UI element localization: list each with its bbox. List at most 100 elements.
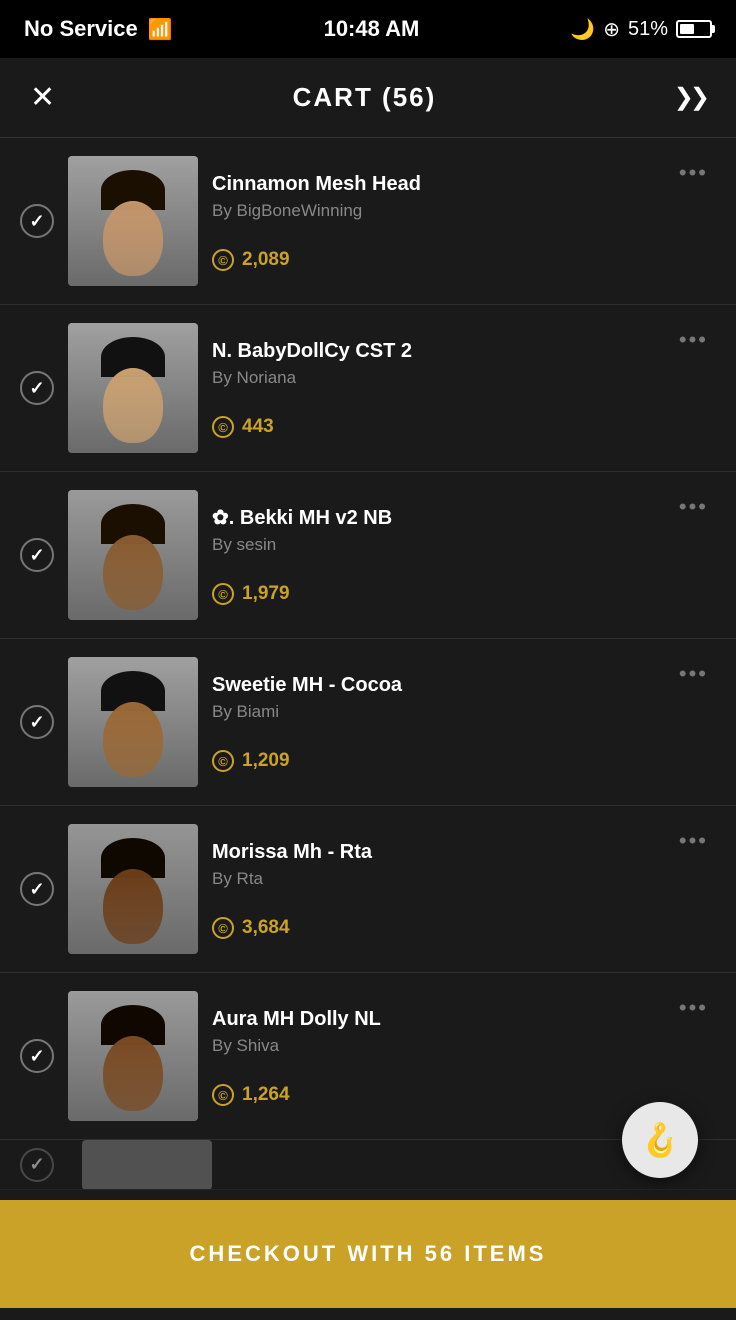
cart-header: ✕ CART (56) ❯❯: [0, 58, 736, 138]
battery-fill: [680, 24, 694, 34]
item-thumbnail: [68, 991, 198, 1121]
cart-title: CART (56): [293, 82, 437, 113]
item-creator: By BigBoneWinning: [212, 201, 657, 221]
item-name: ✿. Bekki MH v2 NB: [212, 505, 657, 531]
price-value: 443: [242, 416, 274, 438]
more-options-button[interactable]: •••: [671, 991, 716, 1025]
wifi-icon: 📶: [148, 17, 173, 42]
item-details: ✿. Bekki MH v2 NB By sesin © 1,979: [212, 505, 657, 605]
coin-icon: ©: [212, 1084, 234, 1106]
item-price: © 2,089: [212, 249, 657, 271]
check-icon: ✓: [29, 879, 44, 900]
cart-item: ✓ N. BabyDollCy CST 2 By Noriana © 443 •…: [0, 305, 736, 472]
item-checkbox[interactable]: ✓: [20, 1039, 54, 1073]
price-value: 1,209: [242, 750, 290, 772]
item-details: N. BabyDollCy CST 2 By Noriana © 443: [212, 338, 657, 438]
price-value: 3,684: [242, 917, 290, 939]
cart-item: ✓ ✿. Bekki MH v2 NB By sesin © 1,979 •••: [0, 472, 736, 639]
check-icon: ✓: [29, 1046, 44, 1067]
avatar: [68, 490, 198, 620]
checkout-label: CHECKOUT WITH 56 ITEMS: [190, 1241, 547, 1267]
more-options-button[interactable]: •••: [671, 156, 716, 190]
item-name: Aura MH Dolly NL: [212, 1006, 657, 1032]
avatar-face: [103, 201, 163, 276]
check-icon: ✓: [29, 1154, 44, 1175]
coin-icon: ©: [212, 416, 234, 438]
carrier-text: No Service: [24, 16, 138, 42]
coin-icon: ©: [212, 917, 234, 939]
item-name: Cinnamon Mesh Head: [212, 171, 657, 197]
avatar: [68, 991, 198, 1121]
item-details: Morissa Mh - Rta By Rta © 3,684: [212, 839, 657, 939]
item-thumbnail: [68, 323, 198, 453]
check-icon: ✓: [29, 712, 44, 733]
avatar-face: [103, 702, 163, 777]
item-details: Aura MH Dolly NL By Shiva © 1,264: [212, 1006, 657, 1106]
item-creator: By sesin: [212, 535, 657, 555]
more-options-button[interactable]: •••: [671, 490, 716, 524]
status-bar: No Service 📶 10:48 AM 🌙 ⊕ 51%: [0, 0, 736, 58]
location-icon: ⊕: [603, 17, 620, 42]
avatar: [68, 156, 198, 286]
cart-item: ✓ Aura MH Dolly NL By Shiva © 1,264 •••: [0, 973, 736, 1140]
item-checkbox: ✓: [20, 1148, 54, 1182]
moon-icon: 🌙: [570, 17, 595, 42]
cart-item: ✓ Sweetie MH - Cocoa By Biami © 1,209 ••…: [0, 639, 736, 806]
item-checkbox[interactable]: ✓: [20, 705, 54, 739]
coin-icon: ©: [212, 249, 234, 271]
item-creator: By Biami: [212, 702, 657, 722]
item-price: © 1,209: [212, 750, 657, 772]
avatar: [68, 824, 198, 954]
item-checkbox[interactable]: ✓: [20, 204, 54, 238]
status-right: 🌙 ⊕ 51%: [570, 17, 712, 42]
item-price: © 1,264: [212, 1084, 657, 1106]
item-thumbnail: [82, 1140, 212, 1190]
more-options-button[interactable]: •••: [671, 323, 716, 357]
cart-item: ✓ Morissa Mh - Rta By Rta © 3,684 •••: [0, 806, 736, 973]
avatar-face: [103, 368, 163, 443]
check-icon: ✓: [29, 211, 44, 232]
item-thumbnail: [68, 824, 198, 954]
avatar: [68, 657, 198, 787]
item-thumbnail: [68, 657, 198, 787]
item-price: © 1,979: [212, 583, 657, 605]
item-checkbox[interactable]: ✓: [20, 872, 54, 906]
item-thumbnail: [68, 156, 198, 286]
item-name: Morissa Mh - Rta: [212, 839, 657, 865]
hanger-icon: 🪝: [640, 1121, 680, 1159]
avatar-face: [103, 869, 163, 944]
chevron-down-button[interactable]: ❯❯: [674, 83, 706, 112]
more-options-button[interactable]: •••: [671, 824, 716, 858]
close-button[interactable]: ✕: [30, 83, 55, 113]
avatar: [68, 323, 198, 453]
item-details: Sweetie MH - Cocoa By Biami © 1,209: [212, 672, 657, 772]
status-left: No Service 📶: [24, 16, 173, 42]
item-creator: By Shiva: [212, 1036, 657, 1056]
price-value: 1,264: [242, 1084, 290, 1106]
item-price: © 3,684: [212, 917, 657, 939]
price-value: 1,979: [242, 583, 290, 605]
item-name: Sweetie MH - Cocoa: [212, 672, 657, 698]
status-time: 10:48 AM: [324, 16, 420, 42]
item-name: N. BabyDollCy CST 2: [212, 338, 657, 364]
item-thumbnail: [68, 490, 198, 620]
item-creator: By Noriana: [212, 368, 657, 388]
item-price: © 443: [212, 416, 657, 438]
price-value: 2,089: [242, 249, 290, 271]
item-creator: By Rta: [212, 869, 657, 889]
avatar-face: [103, 535, 163, 610]
cart-item: ✓ Cinnamon Mesh Head By BigBoneWinning ©…: [0, 138, 736, 305]
coin-icon: ©: [212, 583, 234, 605]
battery-percent: 51%: [628, 18, 668, 41]
coin-icon: ©: [212, 750, 234, 772]
item-details: Cinnamon Mesh Head By BigBoneWinning © 2…: [212, 171, 657, 271]
battery-icon: [676, 20, 712, 38]
avatar-face: [103, 1036, 163, 1111]
check-icon: ✓: [29, 378, 44, 399]
more-options-button[interactable]: •••: [671, 657, 716, 691]
item-checkbox[interactable]: ✓: [20, 538, 54, 572]
fab-button[interactable]: 🪝: [622, 1102, 698, 1178]
checkout-bar[interactable]: CHECKOUT WITH 56 ITEMS: [0, 1200, 736, 1308]
item-checkbox[interactable]: ✓: [20, 371, 54, 405]
check-icon: ✓: [29, 545, 44, 566]
